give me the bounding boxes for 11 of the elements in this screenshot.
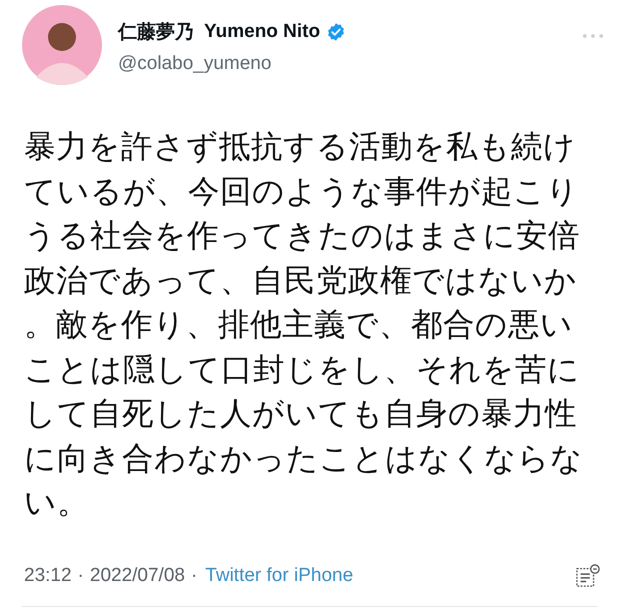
display-name: Yumeno Nito: [204, 21, 320, 43]
notes-icon[interactable]: [576, 564, 600, 588]
separator-dot: ·: [78, 564, 84, 586]
separator-dot: ·: [190, 564, 198, 586]
username: @colabo_yumeno: [118, 53, 272, 75]
tweet-time: 23:12: [24, 564, 72, 586]
tweet-text: 暴力を許さず抵抗する活動を私も続けているが、今回のような事件が起こりうる社会を作ってきたのはまさに安倍政治であって、自民党政権ではないか。敵を作り、排他主義で、都合の悪いことは隠して口封じをし、それを苦にして自死した人がいても自身の暴力性に向き合わなかったことはなくならない。: [24, 128, 584, 523]
source-link[interactable]: Twitter for iPhone: [205, 564, 354, 586]
display-name: 仁藤夢乃: [118, 21, 194, 45]
tweet-date: 2022/07/08: [90, 564, 185, 586]
avatar[interactable]: [22, 5, 102, 85]
